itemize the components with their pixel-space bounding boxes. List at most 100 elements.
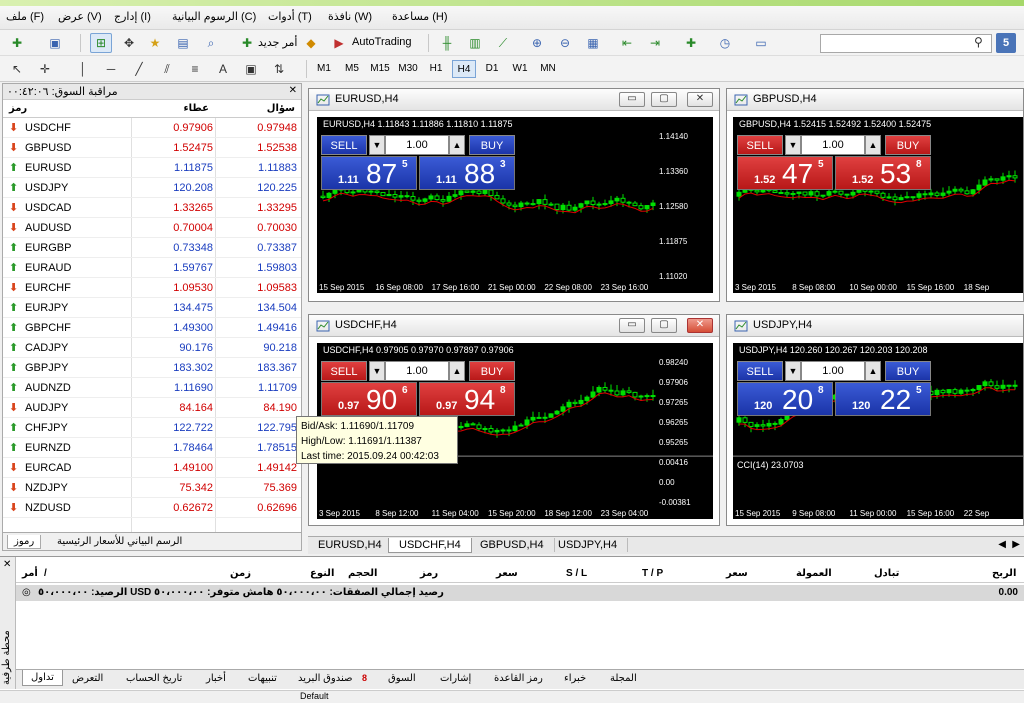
market-watch-icon[interactable]: ⊞ xyxy=(90,33,112,53)
tab-experts[interactable]: خبراء xyxy=(564,673,586,684)
market-watch-row[interactable]: ⬆ EURGBP 0.73348 0.73387 xyxy=(3,238,301,258)
templates-icon[interactable]: ▭ xyxy=(750,33,772,53)
column-price-current[interactable]: سعر xyxy=(726,568,748,579)
buy-button[interactable]: BUY xyxy=(885,135,931,155)
crosshair-icon[interactable]: ✛ xyxy=(34,59,56,79)
market-watch-row[interactable]: ⬆ EURJPY 134.475 134.504 xyxy=(3,298,301,318)
sell-button[interactable]: SELL xyxy=(321,361,367,381)
indicators-icon[interactable]: ✚ xyxy=(680,33,702,53)
lot-increase-icon[interactable]: ▲ xyxy=(449,361,465,381)
sell-button[interactable]: SELL xyxy=(737,135,783,155)
cursor-icon[interactable]: ↖ xyxy=(6,59,28,79)
autoscroll-icon[interactable]: ⇥ xyxy=(644,33,666,53)
candlestick-icon[interactable]: ▥ xyxy=(464,33,486,53)
channel-icon[interactable]: ⫽ xyxy=(156,59,178,79)
new-chart-icon[interactable]: ✚ xyxy=(6,33,28,53)
new-order-button[interactable]: أمر جديد xyxy=(258,36,297,49)
close-icon[interactable]: ✕ xyxy=(289,85,297,96)
sell-price[interactable]: 120 20 8 xyxy=(737,382,833,416)
tab-code-base[interactable]: رمز القاعدة xyxy=(494,673,543,684)
timeframe-m15[interactable]: M15 xyxy=(368,60,392,78)
sell-price[interactable]: 0.97 90 6 xyxy=(321,382,417,416)
market-watch-row[interactable]: ⬇ EURCAD 1.49100 1.49142 xyxy=(3,458,301,478)
lot-size-input[interactable]: 1.00 xyxy=(801,361,865,381)
market-watch-row[interactable]: ⬇ EURCHF 1.09530 1.09583 xyxy=(3,278,301,298)
new-order-icon[interactable]: ✚ xyxy=(236,33,258,53)
lot-increase-icon[interactable]: ▲ xyxy=(865,135,881,155)
timeframe-m1[interactable]: M1 xyxy=(312,60,336,78)
periods-icon[interactable]: ◷ xyxy=(714,33,736,53)
sell-button[interactable]: SELL xyxy=(321,135,367,155)
sell-price[interactable]: 1.11 87 5 xyxy=(321,156,417,190)
buy-price[interactable]: 0.97 94 8 xyxy=(419,382,515,416)
scroll-right-icon[interactable]: ▶ xyxy=(1012,539,1020,550)
column-symbol[interactable]: رمز xyxy=(9,103,27,114)
lot-decrease-icon[interactable]: ▼ xyxy=(369,361,385,381)
chart-tab-gbpusd[interactable]: GBPUSD,H4 xyxy=(470,538,555,552)
sell-button[interactable]: SELL xyxy=(737,361,783,381)
market-watch-row[interactable]: ⬇ AUDUSD 0.70004 0.70030 xyxy=(3,218,301,238)
column-order[interactable]: أمر xyxy=(22,568,38,579)
menu-window[interactable]: نافذة (W) xyxy=(328,10,372,23)
metaeditor-icon[interactable]: ◆ xyxy=(300,33,322,53)
tab-main-chart[interactable]: الرسم البياني للأسعار الرئيسية xyxy=(51,535,188,548)
buy-button[interactable]: BUY xyxy=(885,361,931,381)
tab-symbols[interactable]: رموز xyxy=(7,535,42,549)
column-profit[interactable]: الربح xyxy=(992,568,1016,579)
market-watch-row[interactable]: ⬇ GBPUSD 1.52475 1.52538 xyxy=(3,138,301,158)
autotrading-button[interactable]: AutoTrading xyxy=(352,36,412,48)
vertical-line-icon[interactable]: │ xyxy=(72,59,94,79)
market-watch-row[interactable]: ⬇ NZDUSD 0.62672 0.62696 xyxy=(3,498,301,518)
arrows-icon[interactable]: ⇅ xyxy=(268,59,290,79)
column-bid[interactable]: عطاء xyxy=(184,103,209,114)
column-time[interactable]: زمن xyxy=(230,568,251,579)
trendline-icon[interactable]: ╱ xyxy=(128,59,150,79)
fibonacci-icon[interactable]: ≡ xyxy=(184,59,206,79)
horizontal-line-icon[interactable]: ─ xyxy=(100,59,122,79)
search-icon[interactable]: ⚲ xyxy=(974,35,983,49)
scroll-left-icon[interactable]: ◀ xyxy=(998,539,1006,550)
lot-size-input[interactable]: 1.00 xyxy=(801,135,865,155)
market-watch-row[interactable]: ⬆ EURAUD 1.59767 1.59803 xyxy=(3,258,301,278)
market-watch-row[interactable]: ⬆ CHFJPY 122.722 122.795 xyxy=(3,418,301,438)
strategy-tester-icon[interactable]: ⌕ xyxy=(200,33,222,53)
chart-shift-icon[interactable]: ⇤ xyxy=(616,33,638,53)
autotrading-icon[interactable]: ▶ xyxy=(328,33,350,53)
minimize-button[interactable]: ▭ xyxy=(619,92,645,107)
tab-mailbox[interactable]: صندوق البريد xyxy=(298,673,353,684)
lot-increase-icon[interactable]: ▲ xyxy=(865,361,881,381)
sell-price[interactable]: 1.52 47 5 xyxy=(737,156,833,190)
timeframe-h4[interactable]: H4 xyxy=(452,60,476,78)
market-watch-row[interactable]: ⬆ EURNZD 1.78464 1.78515 xyxy=(3,438,301,458)
search-input[interactable] xyxy=(820,34,992,53)
buy-price[interactable]: 1.52 53 8 xyxy=(835,156,931,190)
menu-tools[interactable]: أدوات (T) xyxy=(268,10,312,23)
zoom-out-icon[interactable]: ⊖ xyxy=(554,33,576,53)
column-symbol[interactable]: رمز xyxy=(420,568,438,579)
column-ask[interactable]: سؤال xyxy=(267,103,295,114)
lot-decrease-icon[interactable]: ▼ xyxy=(369,135,385,155)
lot-size-input[interactable]: 1.00 xyxy=(385,135,449,155)
profiles-icon[interactable]: ▣ xyxy=(44,33,66,53)
buy-button[interactable]: BUY xyxy=(469,135,515,155)
menu-insert[interactable]: إدارج (I) xyxy=(114,10,151,23)
close-button[interactable]: ✕ xyxy=(687,92,713,107)
tab-trade[interactable]: تداول xyxy=(22,670,63,686)
tab-journal[interactable]: المجلة xyxy=(610,673,637,684)
maximize-button[interactable]: ▢ xyxy=(651,92,677,107)
market-watch-row[interactable]: ⬆ GBPCHF 1.49300 1.49416 xyxy=(3,318,301,338)
menu-file[interactable]: ملف (F) xyxy=(6,10,44,23)
column-volume[interactable]: الحجم xyxy=(348,568,377,579)
text-icon[interactable]: A xyxy=(212,59,234,79)
market-watch-row[interactable]: ⬆ USDJPY 120.208 120.225 xyxy=(3,178,301,198)
zoom-in-icon[interactable]: ⊕ xyxy=(526,33,548,53)
timeframe-mn[interactable]: MN xyxy=(536,60,560,78)
timeframe-m5[interactable]: M5 xyxy=(340,60,364,78)
tab-alerts[interactable]: تنبيهات xyxy=(248,673,277,684)
market-watch-row[interactable]: ⬇ USDCHF 0.97906 0.97948 xyxy=(3,118,301,138)
buy-price[interactable]: 1.11 88 3 xyxy=(419,156,515,190)
label-icon[interactable]: ▣ xyxy=(240,59,262,79)
market-watch-row[interactable]: ⬇ USDCAD 1.33265 1.33295 xyxy=(3,198,301,218)
line-chart-icon[interactable]: ⟋ xyxy=(492,33,514,53)
column-price[interactable]: سعر xyxy=(496,568,518,579)
